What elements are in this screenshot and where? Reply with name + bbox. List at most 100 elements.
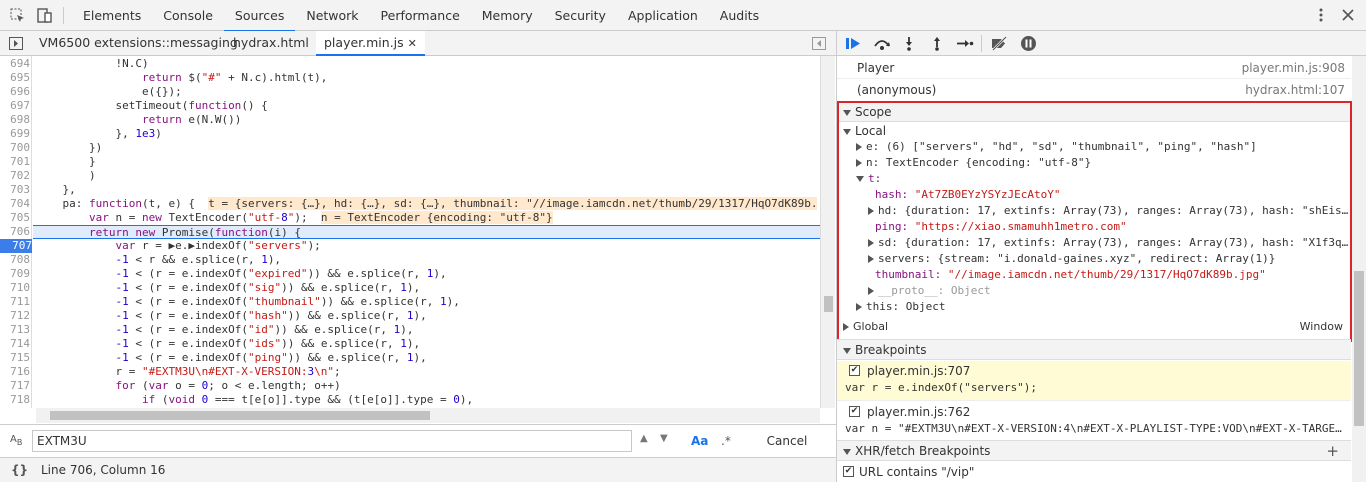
scope-global[interactable]: Global Window: [837, 319, 1351, 335]
file-tab-hydrax[interactable]: hydrax.html: [233, 31, 309, 56]
callstack-frame[interactable]: (anonymous) hydrax.html:107: [837, 79, 1351, 101]
breakpoints-header[interactable]: Breakpoints: [837, 339, 1351, 360]
scope-local[interactable]: Local: [837, 123, 1351, 139]
line-number[interactable]: 714: [0, 337, 30, 351]
code-line: return $("#" + N.c).html(t),: [141, 71, 328, 84]
line-number[interactable]: 715: [0, 351, 30, 365]
line-number[interactable]: 703: [0, 183, 30, 197]
code-vertical-scrollbar[interactable]: [820, 56, 835, 408]
close-tab-icon[interactable]: ✕: [408, 37, 417, 50]
breakpoint-checkbox[interactable]: ✔: [849, 406, 860, 417]
code-line: -1 < (r = e.indexOf("id")) && e.splice(r…: [115, 323, 414, 336]
deactivate-breakpoints-icon[interactable]: [990, 36, 1008, 51]
step-over-icon[interactable]: [873, 36, 891, 51]
pretty-print-button[interactable]: {}: [11, 463, 28, 477]
line-number[interactable]: 695: [0, 71, 30, 85]
add-xhr-breakpoint-button[interactable]: +: [1326, 441, 1339, 461]
tab-console[interactable]: Console: [152, 0, 224, 31]
device-toolbar-icon[interactable]: [36, 7, 53, 24]
code-horizontal-scrollbar[interactable]: [36, 408, 820, 423]
code-line: },: [36, 183, 76, 196]
step-out-icon[interactable]: [929, 36, 945, 51]
search-prev-icon[interactable]: ▲: [640, 433, 648, 444]
search-next-icon[interactable]: ▼: [660, 433, 668, 444]
tab-sources[interactable]: Sources: [223, 0, 296, 32]
line-number[interactable]: 707: [0, 239, 32, 253]
line-number[interactable]: 716: [0, 365, 30, 379]
tab-application[interactable]: Application: [617, 0, 709, 31]
tab-performance[interactable]: Performance: [370, 0, 471, 31]
line-number[interactable]: 712: [0, 309, 30, 323]
xhr-breakpoint-item[interactable]: ✔ URL contains "/vip": [837, 462, 1351, 482]
close-icon[interactable]: [1342, 9, 1354, 21]
regex-toggle[interactable]: .*: [721, 434, 731, 448]
prop-servers[interactable]: servers: {stream: "i.donald-gaines.xyz",…: [837, 251, 1351, 267]
line-number[interactable]: 713: [0, 323, 30, 337]
line-number[interactable]: 710: [0, 281, 30, 295]
prop-hd[interactable]: hd: {duration: 17, extinfs: Array(73), r…: [837, 203, 1351, 219]
match-case-toggle[interactable]: Aa: [691, 434, 708, 448]
cursor-position: Line 706, Column 16: [41, 463, 166, 477]
line-number[interactable]: 697: [0, 99, 30, 113]
frame-location[interactable]: hydrax.html:107: [1245, 79, 1345, 101]
line-number[interactable]: 708: [0, 253, 30, 267]
step-icon[interactable]: [956, 36, 974, 51]
toggle-navigator-icon[interactable]: [9, 37, 23, 50]
inline-value: t = {servers: {…}, hd: {…}, sd: {…}, thu…: [208, 197, 818, 210]
line-number[interactable]: 698: [0, 113, 30, 127]
prop-proto[interactable]: __proto__: Object: [837, 283, 1351, 299]
prop-value: "https://xiao.smamuhh1metro.com": [914, 220, 1127, 233]
tab-security[interactable]: Security: [544, 0, 617, 31]
pause-on-exceptions-icon[interactable]: [1020, 35, 1037, 52]
scope-var-n[interactable]: n: TextEncoder {encoding: "utf-8"}: [837, 155, 1351, 171]
file-tab-messaging[interactable]: VM6500 extensions::messaging: [39, 31, 238, 56]
code-line: }, 1e3): [36, 127, 162, 140]
code-line: }: [36, 155, 96, 168]
line-number[interactable]: 694: [0, 57, 30, 71]
resume-icon[interactable]: [845, 36, 863, 51]
tab-elements[interactable]: Elements: [72, 0, 152, 31]
breakpoint-item[interactable]: ✔ player.min.js:762 var n = "#EXTM3U\n#E…: [837, 402, 1351, 440]
prop-value: "At7ZB0EYzYSYzJEcAtoY": [914, 188, 1061, 201]
search-input[interactable]: EXTM3U: [32, 430, 632, 452]
line-number[interactable]: 706: [0, 225, 30, 239]
xhr-breakpoints-header[interactable]: XHR/fetch Breakpoints +: [837, 440, 1351, 461]
prop-sd[interactable]: sd: {duration: 17, extinfs: Array(73), r…: [837, 235, 1351, 251]
toggle-debugger-icon[interactable]: [812, 37, 826, 50]
line-number[interactable]: 701: [0, 155, 30, 169]
frame-location[interactable]: player.min.js:908: [1242, 57, 1345, 79]
line-number[interactable]: 696: [0, 85, 30, 99]
scope-header[interactable]: Scope: [837, 101, 1351, 122]
cancel-button[interactable]: Cancel: [744, 429, 830, 453]
callstack-frame[interactable]: Player player.min.js:908: [837, 57, 1351, 79]
line-number[interactable]: 709: [0, 267, 30, 281]
line-number[interactable]: 711: [0, 295, 30, 309]
prop-ping: ping: "https://xiao.smamuhh1metro.com": [837, 219, 1351, 235]
line-number[interactable]: 717: [0, 379, 30, 393]
tab-audits[interactable]: Audits: [709, 0, 770, 31]
code-editor[interactable]: 694 695 696 697 698 699 700 701 702 703 704 705 706 7…: [0, 56, 820, 408]
sidebar-scrollbar[interactable]: [1352, 56, 1366, 482]
scope-var-this[interactable]: this: Object: [837, 299, 1351, 315]
line-number[interactable]: 700: [0, 141, 30, 155]
scope-var-t[interactable]: t:: [837, 171, 1351, 187]
step-into-icon[interactable]: [901, 36, 917, 51]
breakpoint-item[interactable]: ✔ player.min.js:707 var r = e.indexOf("s…: [837, 361, 1351, 401]
xhr-checkbox[interactable]: ✔: [843, 466, 854, 477]
code-line: return e(N.W()): [141, 113, 242, 126]
breakpoint-checkbox[interactable]: ✔: [849, 365, 860, 376]
line-number[interactable]: 702: [0, 169, 30, 183]
more-options-icon[interactable]: [1314, 8, 1328, 22]
file-tab-player[interactable]: player.min.js ✕: [316, 31, 425, 56]
replace-toggle-icon[interactable]: AB: [10, 434, 22, 447]
breakpoint-location: player.min.js:707: [867, 364, 971, 378]
tab-memory[interactable]: Memory: [471, 0, 544, 31]
tab-network[interactable]: Network: [295, 0, 369, 31]
scope-var-e[interactable]: e: (6) ["servers", "hd", "sd", "thumbnai…: [837, 139, 1351, 155]
line-number[interactable]: 719: [0, 407, 30, 408]
line-number[interactable]: 699: [0, 127, 30, 141]
line-number[interactable]: 705: [0, 211, 30, 225]
line-number[interactable]: 718: [0, 393, 30, 407]
line-number[interactable]: 704: [0, 197, 30, 211]
inspect-element-icon[interactable]: [9, 7, 26, 24]
